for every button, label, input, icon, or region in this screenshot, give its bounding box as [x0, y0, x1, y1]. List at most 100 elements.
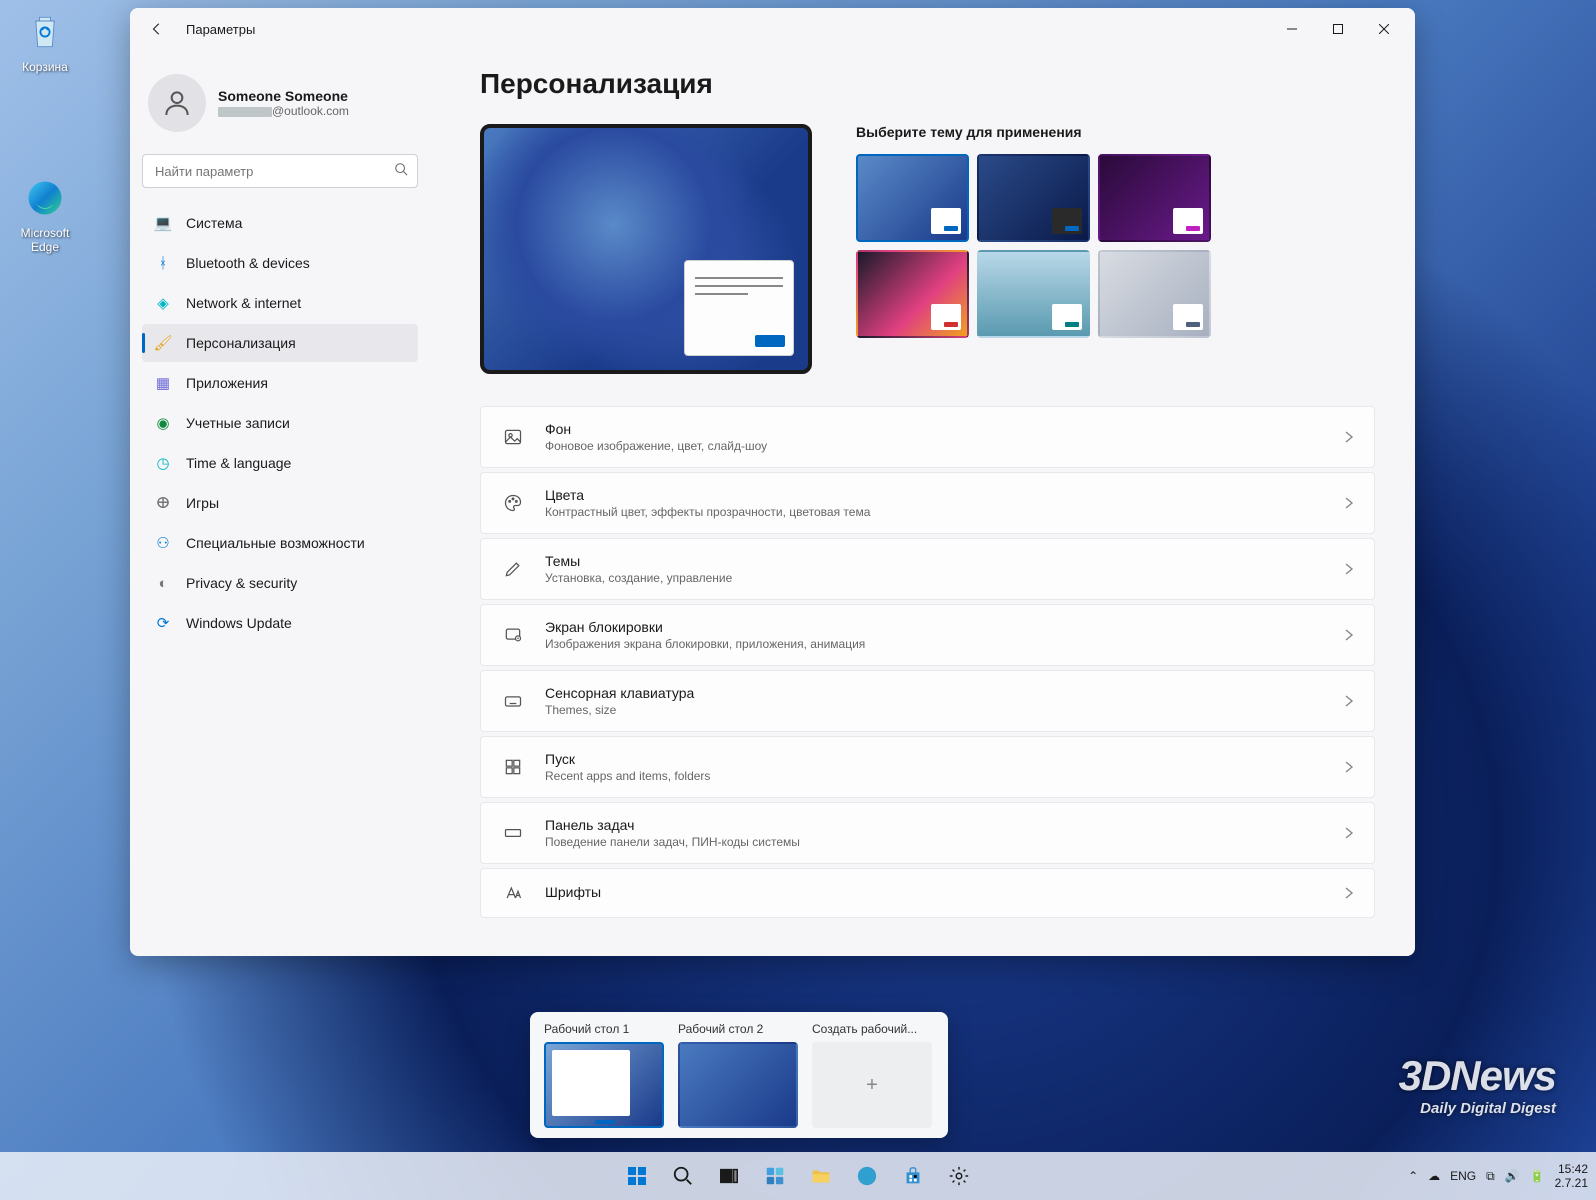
page-title: Персонализация [480, 68, 1375, 100]
taskview-desktop-2[interactable]: Рабочий стол 2 [678, 1022, 798, 1128]
sidebar-item-privacy[interactable]: ◐Privacy & security [142, 564, 418, 602]
desktop-icon-recycle-bin[interactable]: Корзина [8, 8, 82, 74]
personalization-icon: 🖌 [154, 334, 172, 352]
volume-tray-icon[interactable]: 🔊 [1505, 1169, 1520, 1183]
clock[interactable]: 15:42 2.7.21 [1555, 1162, 1588, 1191]
window-title: Параметры [186, 22, 255, 37]
system-tray: ⌃ ☁ ENG ⧉ 🔊 🔋 15:42 2.7.21 [1408, 1162, 1588, 1191]
setting-row-touch-keyboard[interactable]: Сенсорная клавиатура Themes, size [480, 670, 1375, 732]
theme-tile-5[interactable] [1098, 250, 1211, 338]
sidebar-item-apps[interactable]: ▦Приложения [142, 364, 418, 402]
maximize-button[interactable] [1315, 10, 1361, 48]
taskview-desktop-1[interactable]: Рабочий стол 1 [544, 1022, 664, 1128]
chevron-right-icon [1344, 628, 1354, 642]
update-icon: ⟳ [154, 614, 172, 632]
bluetooth-icon: ᚼ [154, 254, 172, 272]
lockscreen-icon [501, 625, 525, 645]
network-icon: ◈ [154, 294, 172, 312]
chevron-right-icon [1344, 886, 1354, 900]
gaming-icon: ⴲ [154, 494, 172, 512]
new-desktop-button[interactable]: + [812, 1042, 932, 1128]
setting-row-lockscreen[interactable]: Экран блокировки Изображения экрана блок… [480, 604, 1375, 666]
setting-row-colors[interactable]: Цвета Контрастный цвет, эффекты прозрачн… [480, 472, 1375, 534]
setting-row-fonts[interactable]: Шрифты [480, 868, 1375, 918]
themes-label: Выберите тему для применения [856, 124, 1375, 140]
setting-row-background[interactable]: Фон Фоновое изображение, цвет, слайд-шоу [480, 406, 1375, 468]
chevron-right-icon [1344, 496, 1354, 510]
chevron-right-icon [1344, 826, 1354, 840]
theme-tile-3[interactable] [856, 250, 969, 338]
fonts-icon [501, 883, 525, 903]
setting-row-taskbar[interactable]: Панель задач Поведение панели задач, ПИН… [480, 802, 1375, 864]
setting-row-themes[interactable]: Темы Установка, создание, управление [480, 538, 1375, 600]
chevron-right-icon [1344, 760, 1354, 774]
background-icon [501, 427, 525, 447]
user-block[interactable]: Someone Someone xxxx@outlook.com [142, 68, 418, 150]
battery-tray-icon[interactable]: 🔋 [1530, 1169, 1545, 1183]
chevron-right-icon [1344, 562, 1354, 576]
title-bar: Параметры [130, 8, 1415, 50]
theme-grid [856, 154, 1375, 338]
taskbar-search-icon[interactable] [663, 1156, 703, 1196]
language-indicator[interactable]: ENG [1450, 1169, 1476, 1183]
sidebar-item-time-language[interactable]: ◷Time & language [142, 444, 418, 482]
apps-icon: ▦ [154, 374, 172, 392]
taskbar-settings-icon[interactable] [939, 1156, 979, 1196]
theme-tile-2[interactable] [1098, 154, 1211, 242]
taskbar-widgets-icon[interactable] [755, 1156, 795, 1196]
taskbar-edge-icon[interactable] [847, 1156, 887, 1196]
theme-tile-0[interactable] [856, 154, 969, 242]
edge-browser-icon [21, 174, 69, 222]
sidebar-item-gaming[interactable]: ⴲИгры [142, 484, 418, 522]
taskbar: ⌃ ☁ ENG ⧉ 🔊 🔋 15:42 2.7.21 [0, 1152, 1596, 1200]
nav: 💻СистемаᚼBluetooth & devices◈Network & i… [142, 204, 418, 642]
time-language-icon: ◷ [154, 454, 172, 472]
minimize-button[interactable] [1269, 10, 1315, 48]
chevron-right-icon [1344, 430, 1354, 444]
window-controls [1269, 10, 1407, 48]
taskbar-taskview-icon[interactable] [709, 1156, 749, 1196]
sidebar-item-bluetooth[interactable]: ᚼBluetooth & devices [142, 244, 418, 282]
taskview-flyout: Рабочий стол 1Рабочий стол 2Создать рабо… [530, 1012, 948, 1138]
sidebar-item-update[interactable]: ⟳Windows Update [142, 604, 418, 642]
sidebar: Someone Someone xxxx@outlook.com 💻Систем… [130, 50, 430, 956]
themes-icon [501, 559, 525, 579]
main-content: Персонализация Выберите тему для примене… [430, 50, 1415, 956]
watermark: 3DNews Daily Digital Digest [1296, 1052, 1556, 1152]
sidebar-item-system[interactable]: 💻Система [142, 204, 418, 242]
search-icon [394, 162, 408, 176]
touch-keyboard-icon [501, 691, 525, 711]
taskview-new-desktop[interactable]: Создать рабочий...+ [812, 1022, 932, 1128]
recycle-bin-icon [21, 8, 69, 56]
network-tray-icon[interactable]: ⧉ [1486, 1169, 1495, 1184]
sidebar-item-personalization[interactable]: 🖌Персонализация [142, 324, 418, 362]
onedrive-icon[interactable]: ☁ [1428, 1169, 1440, 1183]
back-button[interactable] [138, 10, 176, 48]
taskbar-icon [501, 823, 525, 843]
colors-icon [501, 493, 525, 513]
user-email: xxxx@outlook.com [218, 104, 349, 118]
taskbar-start-icon[interactable] [617, 1156, 657, 1196]
taskbar-explorer-icon[interactable] [801, 1156, 841, 1196]
setting-row-start[interactable]: Пуск Recent apps and items, folders [480, 736, 1375, 798]
tray-chevron-icon[interactable]: ⌃ [1408, 1169, 1418, 1183]
sidebar-item-network[interactable]: ◈Network & internet [142, 284, 418, 322]
theme-tile-1[interactable] [977, 154, 1090, 242]
taskbar-store-icon[interactable] [893, 1156, 933, 1196]
theme-tile-4[interactable] [977, 250, 1090, 338]
preview-mini-window [684, 260, 794, 356]
privacy-icon: ◐ [154, 574, 172, 592]
user-name: Someone Someone [218, 88, 349, 104]
search-box [142, 154, 418, 188]
start-icon [501, 757, 525, 777]
avatar [148, 74, 206, 132]
chevron-right-icon [1344, 694, 1354, 708]
sidebar-item-accessibility[interactable]: ⚇Специальные возможности [142, 524, 418, 562]
theme-preview [480, 124, 812, 374]
accessibility-icon: ⚇ [154, 534, 172, 552]
search-input[interactable] [142, 154, 418, 188]
sidebar-item-accounts[interactable]: ◉Учетные записи [142, 404, 418, 442]
close-button[interactable] [1361, 10, 1407, 48]
desktop-icons: Корзина Microsoft Edge [8, 8, 82, 254]
desktop-icon-edge-browser[interactable]: Microsoft Edge [8, 174, 82, 254]
